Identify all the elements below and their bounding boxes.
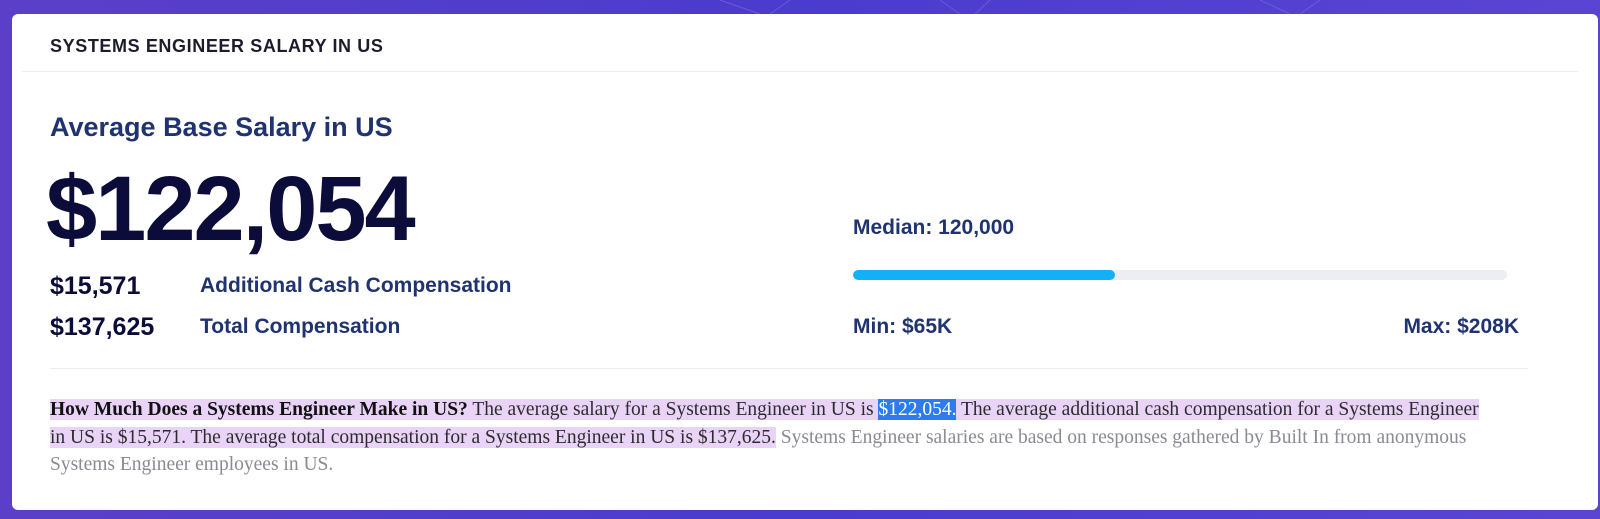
highlighted-text: How Much Does a Systems Engineer Make in… [50, 399, 879, 420]
average-salary-title: Average Base Salary in US [50, 112, 393, 142]
salary-card: SYSTEMS ENGINEER SALARY IN US Average Ba… [12, 14, 1598, 510]
min-label: Min: $65K [853, 315, 953, 338]
card-title: SYSTEMS ENGINEER SALARY IN US [50, 36, 384, 56]
salary-range-bar-fill [853, 270, 1115, 280]
median-label: Median: 120,000 [853, 216, 1015, 239]
additional-cash-label: Additional Cash Compensation [200, 274, 512, 297]
average-salary-value: $122,054 [46, 158, 416, 260]
max-label: Max: $208K [1403, 315, 1519, 338]
selected-salary-value: $122,054. [878, 399, 957, 420]
description-sentence-1: The average salary for a Systems Enginee… [467, 399, 879, 420]
additional-cash-amount: $15,571 [50, 272, 141, 300]
section-divider [50, 368, 1528, 369]
total-compensation-amount: $137,625 [50, 313, 155, 341]
description-question: How Much Does a Systems Engineer Make in… [50, 399, 468, 420]
salary-description: How Much Does a Systems Engineer Make in… [50, 396, 1480, 479]
card-header: SYSTEMS ENGINEER SALARY IN US [22, 14, 1578, 72]
salary-range-bar [853, 270, 1507, 280]
total-compensation-label: Total Compensation [200, 315, 401, 338]
